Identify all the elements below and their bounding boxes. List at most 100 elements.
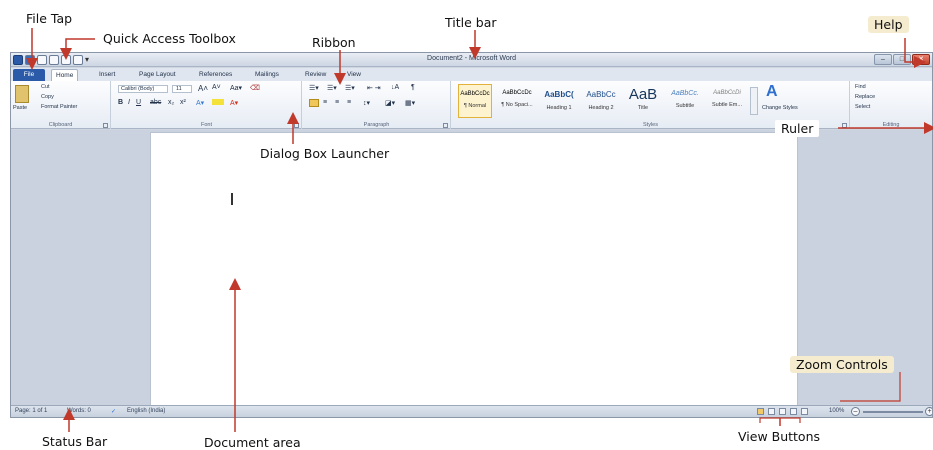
zoom-slider[interactable]	[863, 411, 923, 413]
change-styles-icon[interactable]: A	[766, 83, 778, 101]
label-dialog-box-launcher: Dialog Box Launcher	[254, 145, 396, 162]
outline-view-icon[interactable]	[790, 408, 797, 415]
borders-icon[interactable]: ▦▾	[405, 99, 415, 107]
label-status-bar: Status Bar	[42, 434, 108, 449]
style-heading-2[interactable]: AaBbCc Heading 2	[584, 84, 618, 118]
multilevel-list-icon[interactable]: ☰▾	[345, 84, 355, 92]
tab-mailings[interactable]: Mailings	[251, 69, 283, 81]
style-no-spacing[interactable]: AaBbCcDc ¶ No Spaci...	[500, 84, 534, 118]
sort-icon[interactable]: ↓A	[391, 84, 399, 91]
document-page[interactable]	[150, 132, 798, 412]
web-layout-view-icon[interactable]	[779, 408, 786, 415]
paste-icon[interactable]	[15, 85, 29, 103]
language-indicator[interactable]: English (India)	[127, 408, 165, 414]
editing-group: Find Replace Select Editing	[851, 81, 931, 129]
bold-icon[interactable]: B	[118, 99, 123, 106]
style-subtle-emphasis[interactable]: AaBbCcDi Subtle Em...	[710, 84, 744, 118]
shading-icon[interactable]: ◪▾	[385, 99, 395, 107]
word-count[interactable]: Words: 0	[67, 408, 91, 414]
label-view-buttons: View Buttons	[738, 429, 821, 444]
font-group: Calibri (Body) 11 A˄ A˅ Aa▾ ⌫ B I U abc …	[112, 81, 302, 129]
justify-icon[interactable]: ≡	[347, 99, 351, 106]
tab-file[interactable]: File	[13, 69, 45, 81]
subscript-icon[interactable]: x₂	[168, 99, 174, 106]
style-name: Subtitle	[675, 103, 695, 109]
tab-page-layout[interactable]: Page Layout	[135, 69, 180, 81]
label-ribbon: Ribbon	[312, 35, 356, 50]
clipboard-label: Clipboard	[48, 122, 73, 128]
tab-insert[interactable]: Insert	[95, 69, 119, 81]
font-color-icon[interactable]: A▾	[230, 99, 238, 107]
tab-home[interactable]: Home	[51, 69, 79, 81]
find-button[interactable]: Find	[855, 84, 866, 90]
style-sample: AaBbCcDc	[502, 90, 532, 96]
highlight-icon[interactable]	[212, 99, 224, 105]
zoom-level[interactable]: 100%	[829, 408, 844, 414]
tab-review[interactable]: Review	[301, 69, 330, 81]
styles-dialog-launcher[interactable]	[842, 123, 847, 128]
tab-view[interactable]: View	[343, 69, 365, 81]
draft-view-icon[interactable]	[801, 408, 808, 415]
change-case-icon[interactable]: Aa▾	[230, 84, 242, 92]
clipboard-group: Paste Cut Copy Format Painter Clipboard	[11, 81, 111, 129]
line-spacing-icon[interactable]: ↕▾	[363, 99, 370, 107]
print-layout-view-icon[interactable]	[757, 408, 764, 415]
numbering-icon[interactable]: ☰▾	[327, 84, 337, 92]
label-file-tab: File Tap	[26, 11, 73, 26]
label-title-bar: Title bar	[445, 15, 497, 30]
style-name: Subtle Em...	[712, 102, 742, 108]
font-name-value: Calibri (Body)	[121, 86, 155, 92]
font-dialog-launcher[interactable]	[294, 123, 299, 128]
style-normal[interactable]: AaBbCcDc ¶ Normal	[458, 84, 492, 118]
window-controls: – □ ✕	[874, 54, 930, 65]
align-left-icon[interactable]	[309, 99, 319, 107]
zoom-out-icon[interactable]: –	[851, 407, 860, 416]
font-size-box[interactable]	[172, 85, 192, 93]
proofing-icon[interactable]: ✓	[111, 408, 116, 415]
style-heading-1[interactable]: AaBbC( Heading 1	[542, 84, 576, 118]
font-label: Font	[200, 122, 212, 128]
paragraph-dialog-launcher[interactable]	[443, 123, 448, 128]
style-title[interactable]: AaB Title	[626, 84, 660, 118]
full-screen-view-icon[interactable]	[768, 408, 775, 415]
cut-button[interactable]: Cut	[41, 84, 50, 90]
arrow-view-buttons	[759, 417, 801, 423]
italic-icon[interactable]: I	[128, 99, 130, 106]
shrink-font-icon[interactable]: A˅	[212, 84, 221, 91]
style-sample: AaB	[628, 86, 658, 103]
align-center-icon[interactable]: ≡	[323, 99, 327, 106]
align-right-icon[interactable]: ≡	[335, 99, 339, 106]
strikethrough-icon[interactable]: abc	[150, 99, 161, 106]
tab-references[interactable]: References	[195, 69, 236, 81]
grow-font-icon[interactable]: A˄	[198, 84, 208, 93]
page-count[interactable]: Page: 1 of 1	[15, 408, 47, 414]
style-name: ¶ Normal	[463, 103, 487, 109]
status-bar: Page: 1 of 1 Words: 0 ✓ English (India) …	[11, 405, 932, 417]
underline-icon[interactable]: U	[136, 99, 141, 106]
maximize-button[interactable]: □	[893, 54, 911, 65]
style-sample: AaBbC(	[544, 90, 574, 99]
minimize-button[interactable]: –	[874, 54, 892, 65]
style-sample: AaBbCcDc	[460, 91, 490, 97]
format-painter-button[interactable]: Format Painter	[41, 104, 77, 110]
style-subtitle[interactable]: AaBbCc. Subtitle	[668, 84, 702, 118]
bullets-icon[interactable]: ☰▾	[309, 84, 319, 92]
paste-button[interactable]: Paste	[13, 105, 27, 111]
text-effects-icon[interactable]: A▾	[196, 99, 204, 107]
clipboard-dialog-launcher[interactable]	[103, 123, 108, 128]
close-button[interactable]: ✕	[912, 54, 930, 65]
indent-icons[interactable]: ⇤ ⇥	[367, 84, 381, 92]
clear-formatting-icon[interactable]: ⌫	[250, 84, 260, 92]
replace-button[interactable]: Replace	[855, 94, 875, 100]
show-marks-icon[interactable]: ¶	[411, 84, 415, 91]
label-quick-access-toolbox: Quick Access Toolbox	[103, 31, 236, 46]
document-title: Document2 - Microsoft Word	[427, 55, 516, 62]
style-sample: AaBbCc.	[671, 90, 699, 97]
change-styles-button[interactable]: Change Styles	[762, 105, 798, 111]
select-button[interactable]: Select	[855, 104, 870, 110]
paragraph-group: ☰▾ ☰▾ ☰▾ ⇤ ⇥ ↓A ¶ ≡ ≡ ≡ ↕▾ ◪▾ ▦▾ Paragra…	[303, 81, 451, 129]
zoom-in-icon[interactable]: +	[925, 407, 932, 416]
superscript-icon[interactable]: x²	[180, 99, 186, 106]
copy-button[interactable]: Copy	[41, 94, 54, 100]
styles-more-scroll[interactable]	[750, 87, 758, 115]
